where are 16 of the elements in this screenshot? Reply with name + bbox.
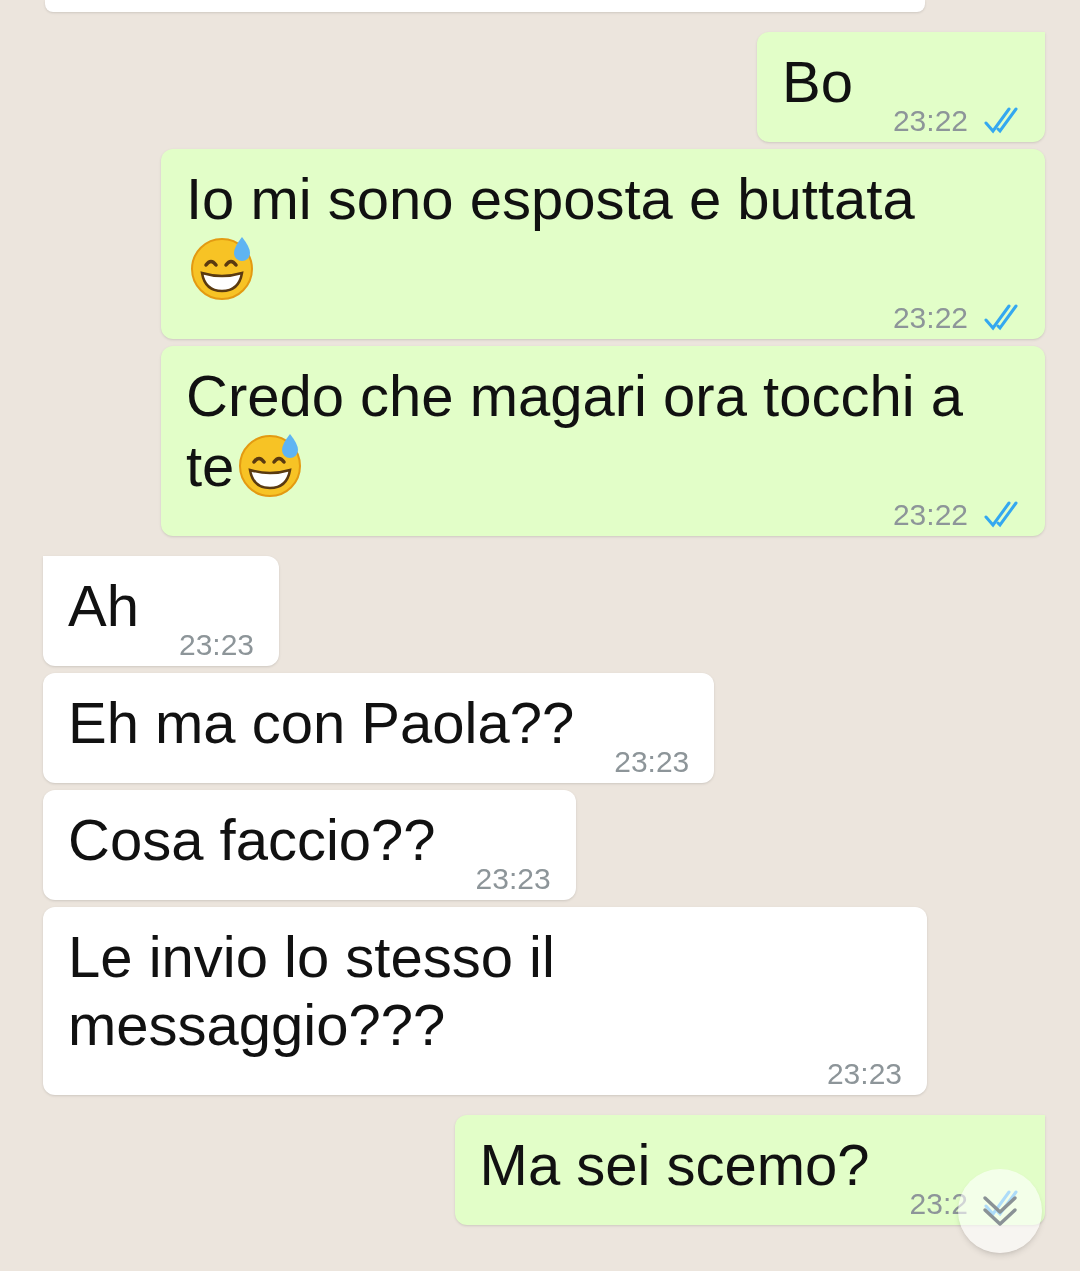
message-text: Eh ma con Paola?? bbox=[68, 689, 575, 757]
message-time: 23:23 bbox=[614, 747, 690, 777]
message-text: Ma sei scemo? bbox=[479, 1131, 870, 1199]
message-text: Credo che magari ora tocchi a te bbox=[186, 362, 964, 500]
message-text: Le invio lo stesso il messaggio??? bbox=[68, 923, 556, 1059]
message-time: 23:22 bbox=[892, 500, 968, 530]
message-text: Ah bbox=[68, 572, 139, 640]
message-time: 23:23 bbox=[475, 864, 551, 894]
message-time: 23:2 bbox=[909, 1189, 968, 1219]
message-time: 23:22 bbox=[892, 303, 968, 333]
message-text: Bo bbox=[781, 48, 853, 116]
message-time: 23:22 bbox=[892, 106, 968, 136]
message-text: Cosa faccio?? bbox=[68, 806, 436, 874]
message-time: 23:23 bbox=[178, 630, 255, 660]
message-time: 23:23 bbox=[826, 1059, 902, 1089]
message-text: Io mi sono esposta e buttata bbox=[186, 165, 971, 303]
